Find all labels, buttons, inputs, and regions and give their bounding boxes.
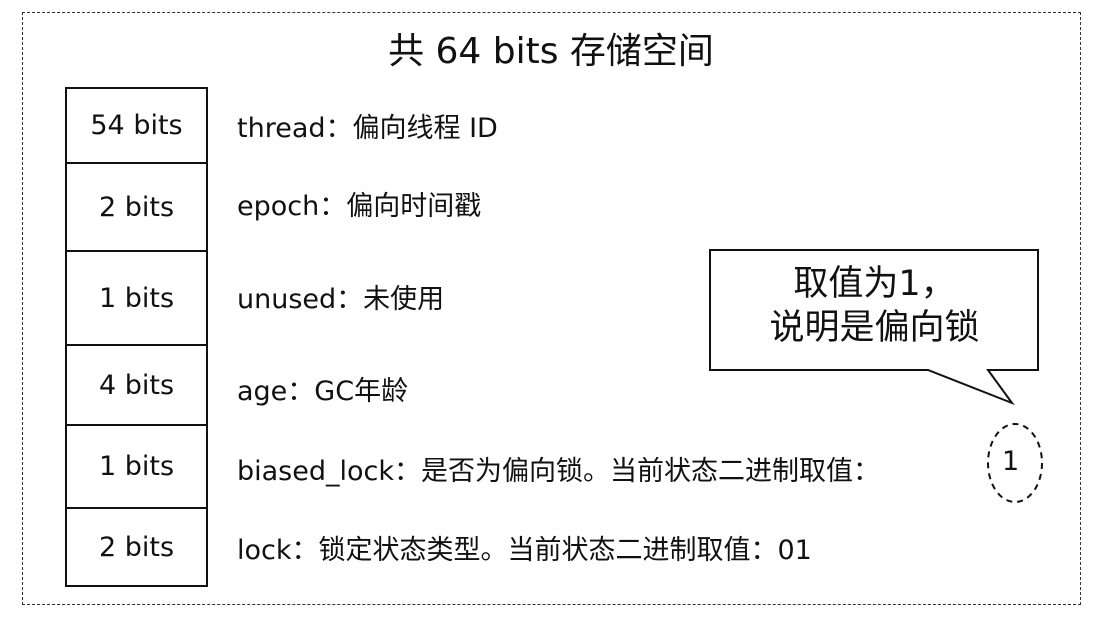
callout-line-2: 说明是偏向锁 [769,308,980,348]
callout-text: 取值为1， 说明是偏向锁 [712,262,1037,350]
callout-line-1: 取值为1， [793,264,956,304]
highlight-value: 1 [1002,446,1020,477]
